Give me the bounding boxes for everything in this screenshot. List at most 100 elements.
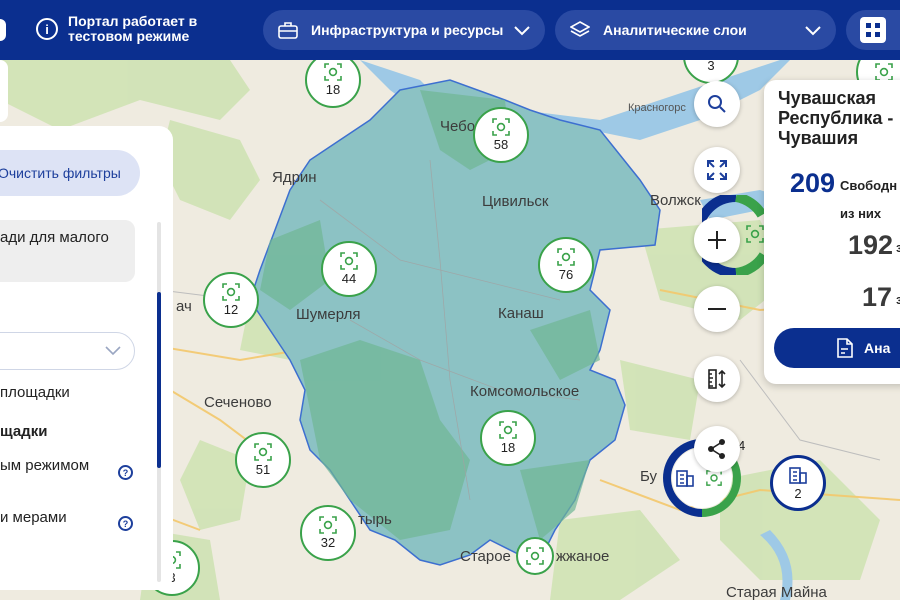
city-label-kanash: Канаш (498, 305, 544, 322)
fullscreen-icon (707, 160, 727, 180)
info-icon: i (36, 18, 58, 40)
site-icon (526, 547, 544, 565)
share-icon (708, 439, 725, 459)
map-cluster[interactable]: 32 (300, 505, 356, 561)
map-cluster[interactable]: 18 (305, 52, 361, 108)
share-button[interactable] (694, 426, 740, 472)
logo[interactable] (0, 19, 6, 41)
infrastructure-menu-label: Инфраструктура и ресурсы (311, 22, 504, 38)
site-icon (875, 63, 893, 81)
site-icon (746, 225, 764, 243)
test-mode-text: Портал работает в тестовом режиме (68, 13, 198, 44)
analytics-layers-menu[interactable]: Аналитические слои (555, 10, 836, 50)
fullscreen-button[interactable] (694, 147, 740, 193)
city-label-volzhsk: Волжск (650, 192, 701, 209)
cluster-count: 18 (500, 440, 516, 455)
city-label-staraya-maina: Старая Майна (726, 584, 827, 600)
site-icon (324, 63, 342, 81)
count-b: 17 (862, 282, 893, 312)
search-map-button[interactable] (694, 81, 740, 127)
building-icon (789, 467, 807, 484)
site-icon (254, 443, 272, 461)
analytics-button[interactable]: Ана (774, 328, 900, 368)
briefcase-icon (277, 19, 299, 41)
chevron-down-icon (105, 346, 121, 356)
map-cluster[interactable]: 76 (538, 237, 594, 293)
site-icon (340, 252, 358, 270)
city-label-vach: ач (176, 298, 192, 315)
count-a-suffix: з (896, 240, 900, 255)
city-label-drozhzhanoe: жжаное (556, 548, 610, 565)
zoom-in-button[interactable] (694, 217, 740, 263)
map-cluster[interactable]: 44 (321, 241, 377, 297)
building-icon (676, 470, 694, 487)
map-cluster[interactable]: 12 (203, 272, 259, 328)
test-mode-notice: i Портал работает в тестовом режиме (36, 14, 218, 44)
clear-filters-button[interactable]: Очистить фильтры (0, 150, 140, 196)
chevron-down-icon (805, 26, 821, 36)
city-label-komsomolskoe: Комсомольское (470, 383, 580, 400)
layers-icon (569, 19, 591, 41)
cluster-count: 12 (223, 302, 239, 317)
site-icon (319, 516, 337, 534)
help-icon[interactable]: ? (118, 516, 133, 531)
analytics-layers-label: Аналитические слои (603, 22, 747, 38)
cluster-count: 44 (341, 271, 357, 286)
city-label-tsivilsk: Цивильск (482, 193, 549, 210)
analytics-button-label: Ана (864, 340, 891, 356)
filter-row-regime[interactable]: ым режимом (0, 457, 89, 474)
site-icon (706, 470, 722, 486)
city-label-shumerlya: Шумерля (296, 306, 361, 323)
cluster-count: 58 (493, 137, 509, 152)
map-cluster[interactable] (516, 537, 554, 575)
of-them-label: из них (840, 206, 882, 221)
infrastructure-menu[interactable]: Инфраструктура и ресурсы (263, 10, 545, 50)
cluster-count: 2 (794, 486, 802, 501)
filter-select[interactable] (0, 332, 135, 370)
filter-panel: Очистить фильтры ади для малого площадки… (0, 126, 173, 590)
city-label-alatyr: тырь (358, 511, 392, 528)
filter-row-measures[interactable]: и мерами (0, 509, 67, 526)
building-cluster[interactable]: 2 (770, 455, 826, 511)
grid-icon (860, 17, 886, 43)
site-icon (557, 248, 575, 266)
city-label-krasnogorsk: Красногорс (628, 102, 686, 114)
grid-menu[interactable] (846, 10, 900, 50)
site-icon (499, 421, 517, 439)
site-icon (222, 283, 240, 301)
cluster-count: 76 (558, 267, 574, 282)
filter-row-sites[interactable]: площадки (0, 384, 70, 401)
city-label-buinsk: Бу (640, 468, 658, 485)
search-icon (708, 95, 726, 113)
cluster-count: 32 (320, 535, 336, 550)
ruler-button[interactable] (694, 356, 740, 402)
document-icon (837, 338, 853, 358)
help-icon[interactable]: ? (118, 465, 133, 480)
city-label-starye: Старое (460, 548, 511, 565)
minus-icon (708, 308, 726, 310)
plus-icon (708, 231, 726, 249)
city-label-yadrin: Ядрин (272, 169, 317, 186)
count-a: 192 (848, 230, 894, 260)
zoom-out-button[interactable] (694, 286, 740, 332)
map-cluster[interactable]: 51 (235, 432, 291, 488)
filter-row-sites-bold[interactable]: щадки (0, 423, 47, 440)
site-icon (492, 118, 510, 136)
ruler-icon (708, 369, 726, 389)
city-label-cheboksary: Чебо (440, 118, 476, 135)
count-b-suffix: з (896, 292, 900, 307)
filter-card[interactable]: ади для малого (0, 220, 135, 282)
cluster-count: 51 (255, 462, 271, 477)
map-cluster[interactable]: 18 (480, 410, 536, 466)
panel-handle[interactable] (0, 60, 8, 122)
scrollbar-thumb[interactable] (157, 292, 161, 468)
region-title: Чувашская Республика - Чувашия (778, 88, 894, 148)
top-bar: i Портал работает в тестовом режиме Инфр… (0, 0, 900, 60)
region-info-card: Чувашская Республика - Чувашия 209 Свобо… (764, 80, 900, 384)
app: Чебо Ядрин Цивильск Волжск Шумерля Канаш… (0, 0, 900, 600)
free-label: Свободн (840, 178, 898, 193)
chevron-down-icon (514, 26, 530, 36)
cluster-count: 3 (707, 58, 715, 73)
city-label-sechenovo: Сеченово (204, 394, 272, 411)
map-cluster[interactable]: 58 (473, 107, 529, 163)
